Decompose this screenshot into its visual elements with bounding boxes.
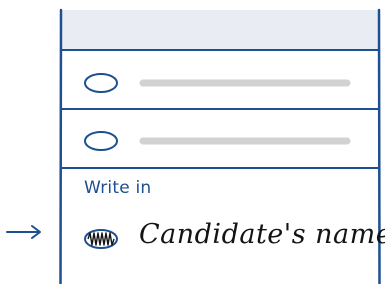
write-in-label: Write in	[84, 178, 152, 198]
filled-oval-icon[interactable]	[83, 228, 119, 250]
arrow-right-icon	[6, 225, 41, 239]
ballot-left-border	[59, 8, 63, 284]
ballot-header	[61, 10, 379, 50]
ballot-card: Write in Candidate's name	[59, 0, 385, 284]
empty-oval-icon[interactable]	[84, 131, 118, 151]
write-in-candidate-name[interactable]: Candidate's name	[139, 219, 385, 250]
ballot-option-2[interactable]	[81, 126, 351, 156]
ballot-illustration: Write in Candidate's name	[0, 0, 385, 284]
ballot-option-1[interactable]	[81, 68, 351, 98]
empty-oval-icon[interactable]	[84, 73, 118, 93]
